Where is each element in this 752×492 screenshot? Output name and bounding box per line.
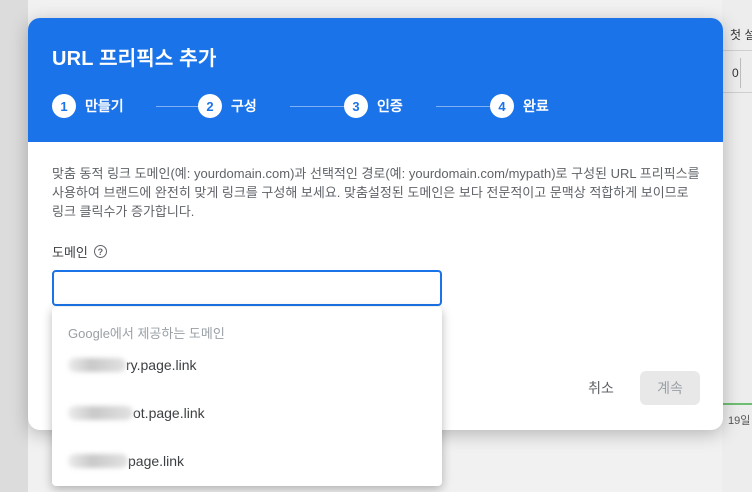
- redacted-text: [68, 358, 126, 372]
- domain-suggestions-dropdown: Google에서 제공하는 도메인 ry.page.link ot.page.l…: [52, 307, 442, 486]
- step-label: 만들기: [85, 98, 124, 114]
- step-label: 인증: [377, 98, 403, 114]
- background-chart-line: [722, 403, 752, 405]
- step-configure: 2 구성: [198, 93, 257, 119]
- continue-button[interactable]: 계속: [640, 371, 700, 405]
- domain-label-text: 도메인: [52, 245, 88, 260]
- domain-option[interactable]: page.link: [52, 440, 442, 482]
- step-verify: 3 인증: [344, 93, 403, 119]
- background-divider: [722, 92, 752, 93]
- background-vertical-line: [740, 58, 741, 88]
- step-number: 4: [490, 94, 514, 118]
- domain-field-label: 도메인 ?: [52, 242, 107, 261]
- dialog-description: 맞춤 동적 링크 도메인(예: yourdomain.com)과 선택적인 경로…: [52, 166, 700, 219]
- domain-option[interactable]: ry.page.link: [52, 344, 442, 386]
- step-create: 1 만들기: [52, 93, 124, 119]
- background-left-panel: [0, 0, 28, 492]
- step-finish: 4 완료: [490, 93, 549, 119]
- step-number: 2: [198, 94, 222, 118]
- step-label: 구성: [231, 98, 257, 114]
- help-circle-icon[interactable]: ?: [93, 245, 107, 258]
- step-number: 1: [52, 94, 76, 118]
- background-column-header: 첫 설: [730, 28, 752, 42]
- step-label: 완료: [523, 98, 549, 114]
- domain-option[interactable]: ot.page.link: [52, 392, 442, 434]
- domain-option-text: ot.page.link: [133, 405, 205, 421]
- stepper: 1 만들기 2 구성 3 인증 4 완료: [52, 93, 712, 119]
- dropdown-header: Google에서 제공하는 도메인: [68, 326, 225, 341]
- cancel-button[interactable]: 취소: [576, 371, 626, 405]
- redacted-text: [68, 406, 133, 420]
- redacted-text: [68, 454, 128, 468]
- background-cell-value: 0: [732, 66, 739, 80]
- domain-input[interactable]: [52, 270, 442, 306]
- background-date-label: 19일: [728, 415, 751, 427]
- step-number: 3: [344, 94, 368, 118]
- domain-option-text: page.link: [128, 453, 185, 469]
- background-divider: [722, 50, 752, 51]
- dialog-header: URL 프리픽스 추가 1 만들기 2 구성 3 인증 4 완료: [28, 18, 723, 142]
- dialog-title: URL 프리픽스 추가: [52, 48, 217, 70]
- domain-option-text: ry.page.link: [126, 357, 197, 373]
